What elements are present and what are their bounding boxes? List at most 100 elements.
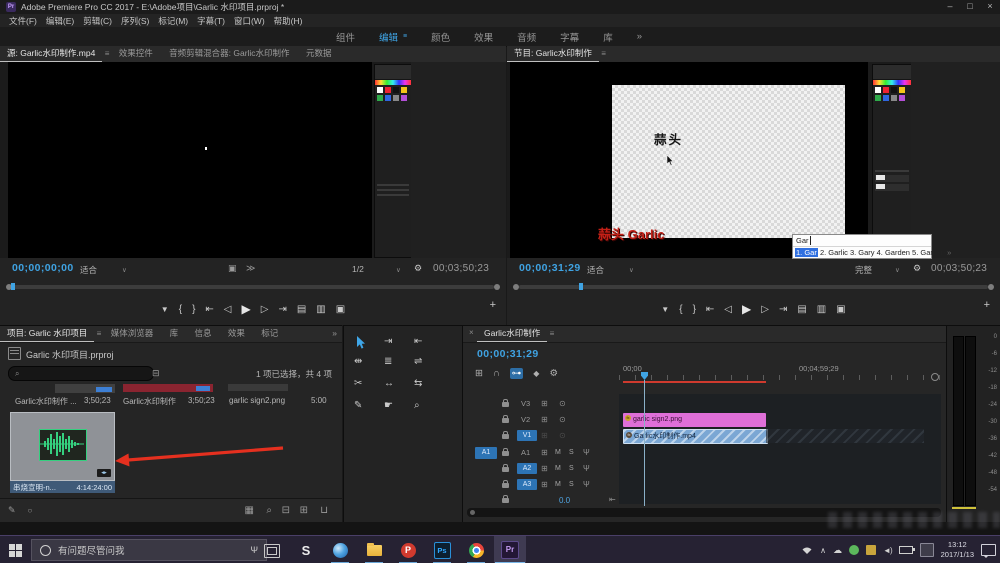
timeline-ruler[interactable]: 00;00 00;04;59;29 — [619, 362, 941, 380]
workspace-effects[interactable]: 效果 — [474, 30, 493, 44]
toggle-track-output-icon[interactable]: ⊙ — [559, 399, 566, 408]
workspace-libraries[interactable]: 库 — [603, 30, 613, 44]
selection-tool-icon[interactable] — [356, 336, 367, 349]
taskbar-app-p[interactable]: P — [392, 536, 424, 563]
microphone-icon[interactable]: Ψ — [250, 545, 258, 555]
track-target-badge[interactable]: V1 — [517, 430, 537, 441]
mark-in-icon[interactable]: { — [179, 304, 182, 315]
source-video-area[interactable] — [0, 62, 506, 258]
task-view-button[interactable] — [264, 544, 280, 558]
step-forward-icon[interactable]: ▷ — [761, 304, 769, 315]
ime-more-icon[interactable]: » — [947, 248, 951, 257]
source-playhead[interactable] — [11, 283, 15, 290]
menu-markers[interactable]: 标记(M) — [158, 15, 188, 27]
program-zoom-select[interactable]: 适合 — [587, 264, 604, 276]
ripple-edit-tool-icon[interactable]: ⇹ — [354, 356, 362, 367]
breadcrumb[interactable]: Garlic 水印项目.prproj — [26, 348, 114, 361]
close-button[interactable]: × — [980, 0, 1000, 14]
tray-green-icon[interactable] — [849, 545, 860, 555]
solo-button[interactable]: S — [569, 465, 574, 472]
lock-icon[interactable] — [502, 480, 509, 488]
taskbar-file-explorer[interactable] — [358, 536, 390, 563]
ime-candidate-selected[interactable]: 1. Gar — [795, 248, 818, 257]
add-marker-icon[interactable]: ◆ — [533, 369, 539, 378]
item-name[interactable]: Garlic水印制作 — [123, 396, 176, 407]
taskbar-app-s[interactable]: S — [290, 536, 322, 563]
export-frame-icon[interactable]: ▣ — [836, 304, 845, 315]
voiceover-mic-icon[interactable]: Ψ — [583, 480, 590, 489]
action-center-icon[interactable] — [981, 544, 996, 558]
program-playhead[interactable] — [579, 283, 583, 290]
rate-stretch-tool-icon[interactable]: ⇌ — [414, 356, 422, 367]
sequence-thumbnail-partial[interactable] — [123, 384, 213, 392]
go-to-out-icon[interactable]: ⇥ — [779, 304, 787, 315]
mute-button[interactable]: M — [555, 465, 561, 472]
png-thumbnail-partial[interactable] — [228, 384, 288, 391]
settings-grid-icon[interactable]: ▣ — [228, 263, 237, 274]
scrollbar-knob[interactable] — [470, 510, 475, 515]
track-select-forward-tool-icon[interactable]: ⇥ — [384, 336, 392, 347]
maximize-button[interactable]: □ — [960, 0, 980, 14]
menu-clip[interactable]: 剪辑(C) — [83, 15, 112, 27]
timeline-timecode[interactable]: 00;00;31;29 — [477, 348, 539, 360]
add-marker-icon[interactable]: ▼ — [161, 305, 169, 314]
workspace-assembly[interactable]: 组件 — [336, 30, 355, 44]
track-meter-icon[interactable]: ⊞ — [541, 431, 548, 440]
track-meter-icon[interactable]: ⊞ — [541, 480, 548, 489]
mark-in-icon[interactable]: { — [679, 304, 682, 315]
tray-expand-icon[interactable]: ∧ — [820, 546, 826, 555]
play-icon[interactable]: ▶ — [742, 302, 751, 316]
scrub-handle-right[interactable] — [494, 284, 500, 290]
scrub-handle-left[interactable] — [513, 284, 519, 290]
go-to-in-icon[interactable]: ⇤ — [205, 304, 213, 315]
tab-info[interactable]: 信息 — [188, 326, 219, 341]
menu-help[interactable]: 帮助(H) — [274, 15, 303, 27]
ruler-scroll-knob[interactable] — [931, 373, 939, 381]
clip-thumbnail-partial[interactable] — [55, 384, 115, 393]
new-bin-icon[interactable]: ⊟ — [282, 505, 290, 516]
razor-tool-icon[interactable]: ✂ — [354, 378, 362, 389]
wifi-icon[interactable] — [801, 545, 813, 555]
minimize-button[interactable]: – — [940, 0, 960, 14]
tab-effect-controls[interactable]: 效果控件 — [112, 46, 160, 61]
panel-menu-icon[interactable]: ≡ — [97, 329, 102, 338]
automate-to-sequence-icon[interactable]: ▦ — [245, 505, 254, 516]
go-to-out-icon[interactable]: ⇥ — [278, 304, 286, 315]
program-scrubber[interactable] — [507, 282, 1000, 292]
start-button[interactable] — [0, 536, 30, 563]
tab-metadata[interactable]: 元数据 — [299, 46, 339, 61]
settings-wrench-icon[interactable]: ⚙ — [913, 263, 921, 274]
close-tab-icon[interactable]: × — [469, 328, 474, 337]
menu-edit[interactable]: 编辑(E) — [46, 15, 74, 27]
panel-menu-icon[interactable]: ≡ — [550, 329, 555, 338]
tray-yellow-icon[interactable] — [866, 545, 877, 555]
step-back-icon[interactable]: ◁ — [724, 304, 732, 315]
ime-indicator-icon[interactable] — [919, 543, 934, 557]
find-icon[interactable]: ⌕ — [266, 505, 272, 516]
source-patch-badge[interactable]: A1 — [475, 447, 497, 459]
playhead-line[interactable] — [644, 380, 645, 506]
source-timecode[interactable]: 00;00;00;00 — [12, 262, 74, 274]
lock-icon[interactable] — [502, 464, 509, 472]
title-text-overlay[interactable]: 蒜头 — [654, 129, 683, 148]
lock-icon[interactable] — [502, 415, 509, 423]
program-video-display[interactable]: 蒜头 蒜头 Garlic — [510, 62, 868, 258]
taskbar-app-browser-sphere[interactable] — [324, 536, 356, 563]
speaker-icon[interactable]: ◄) — [883, 546, 893, 555]
mute-button[interactable]: M — [555, 481, 561, 488]
scrub-handle-right[interactable] — [988, 284, 994, 290]
taskbar-photoshop[interactable]: Ps — [426, 536, 458, 563]
track-label[interactable]: V3 — [521, 399, 530, 408]
overwrite-icon[interactable]: ▥ — [316, 304, 325, 315]
tab-effects[interactable]: 效果 — [221, 326, 252, 341]
extract-icon[interactable]: ▥ — [817, 304, 826, 315]
taskbar-premiere-active[interactable]: Pr — [494, 536, 526, 563]
snap-icon[interactable]: ∩ — [493, 368, 500, 379]
tab-audio-clip-mixer[interactable]: 音频剪辑混合器: Garlic水印制作 — [162, 46, 296, 61]
hand-tool-icon[interactable]: ☛ — [384, 400, 393, 411]
timeline-settings-icon[interactable]: ⚙ — [549, 368, 558, 379]
tab-libraries[interactable]: 库 — [163, 326, 186, 341]
button-editor-plus-icon[interactable]: + — [984, 299, 990, 311]
title-editor-canvas[interactable]: 蒜头 — [612, 85, 845, 238]
audio-item-thumbnail[interactable]: ◂▸ — [10, 412, 115, 481]
